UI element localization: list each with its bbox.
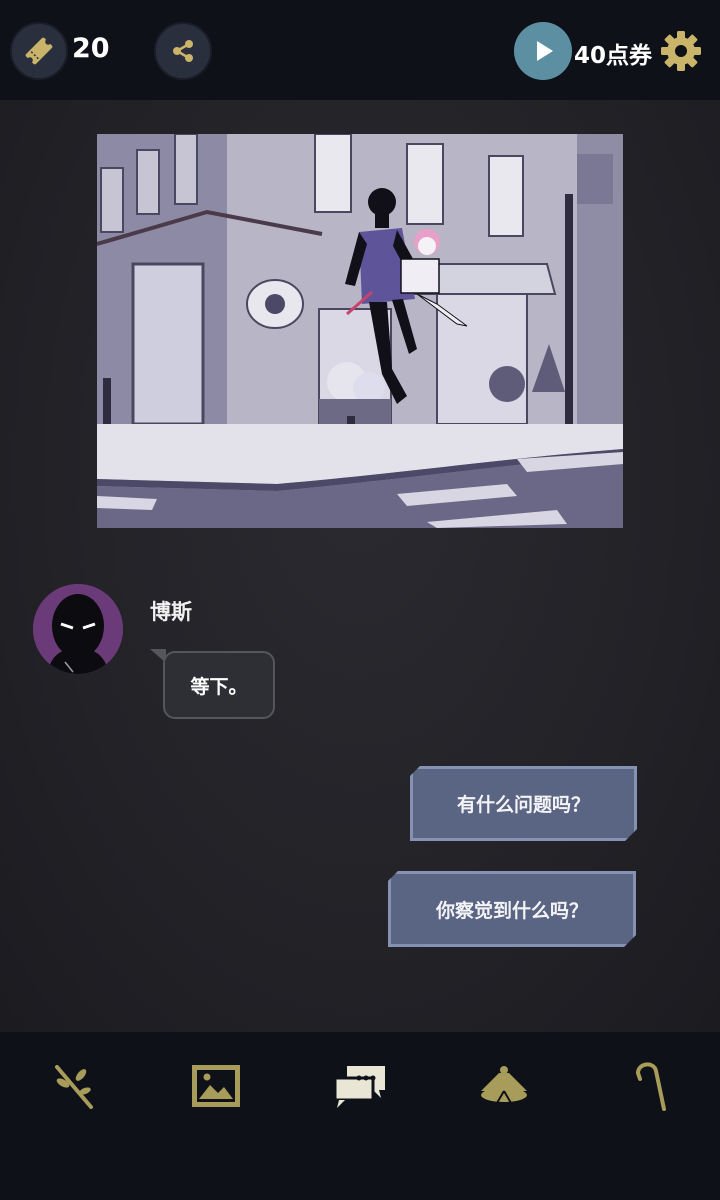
npc-dialogue-bubble: 等下。	[163, 651, 275, 719]
ticket-count: 20	[72, 33, 110, 64]
settings-button[interactable]	[660, 30, 702, 72]
bottom-nav	[0, 1032, 720, 1200]
lamp-icon	[481, 1066, 527, 1104]
nav-lamp[interactable]	[474, 1056, 534, 1116]
play-icon	[537, 41, 553, 61]
cane-icon	[636, 1062, 666, 1111]
nav-branch[interactable]	[44, 1056, 104, 1116]
choice-option-2-label: 你察觉到什么吗？	[435, 899, 588, 922]
story-area: 博斯 等下。 有什么问题吗？ 你察觉到什么吗？	[0, 100, 720, 1032]
speaker-name: 博斯	[150, 600, 192, 624]
watch-ad-button[interactable]	[514, 22, 572, 80]
nav-gallery[interactable]	[186, 1056, 246, 1116]
points-label: 40点券	[574, 43, 653, 69]
story-illustration	[97, 134, 623, 528]
top-bar: 20 40点券	[0, 0, 720, 100]
chat-icon	[333, 1066, 385, 1108]
nav-cane[interactable]	[618, 1056, 678, 1116]
npc-dialogue-text: 等下。	[190, 675, 248, 698]
branch-icon	[55, 1065, 93, 1109]
ticket-icon	[25, 37, 53, 65]
nav-chat[interactable]	[330, 1056, 390, 1116]
gallery-icon	[192, 1065, 240, 1107]
choice-option-1-label: 有什么问题吗？	[456, 794, 590, 816]
share-icon	[173, 40, 193, 62]
ticket-button[interactable]	[10, 22, 68, 80]
gear-icon	[661, 31, 701, 71]
choice-option-2[interactable]: 你察觉到什么吗？	[388, 871, 636, 947]
share-button[interactable]	[154, 22, 212, 80]
speaker-avatar	[33, 584, 123, 674]
choice-option-1[interactable]: 有什么问题吗？	[410, 766, 637, 841]
